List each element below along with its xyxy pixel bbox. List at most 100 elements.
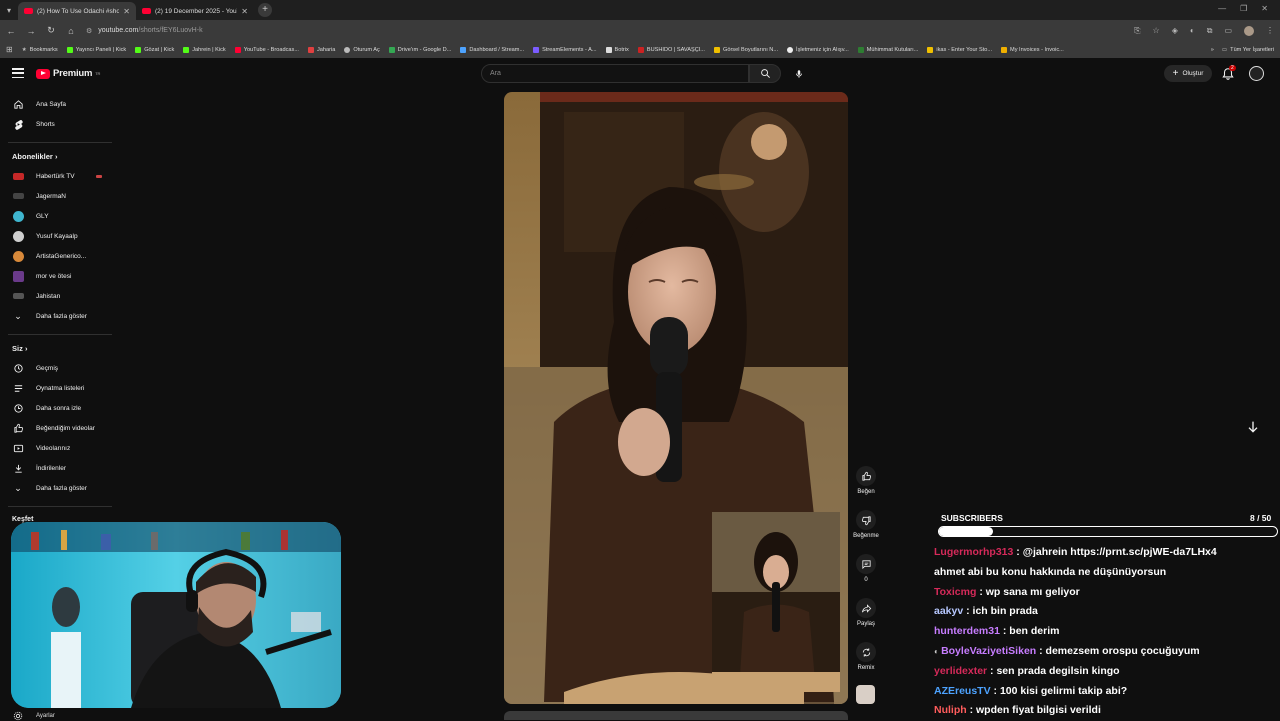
close-window-icon[interactable]: ✕ <box>1261 4 1268 13</box>
youtube-premium-logo[interactable]: Premium TR <box>36 68 100 79</box>
channel-avatar <box>12 210 24 222</box>
webcam-feed <box>11 522 341 708</box>
bookmark-star-icon[interactable]: ☆ <box>1153 26 1160 35</box>
sidebar-item-watch-later[interactable]: Daha sonra izle <box>0 398 118 418</box>
sidebar-divider <box>8 142 112 143</box>
sidebar-item-history[interactable]: Geçmiş <box>0 358 118 378</box>
home-browser-icon[interactable]: ⌂ <box>66 26 76 36</box>
more-bookmarks-icon[interactable]: » <box>1211 47 1214 53</box>
site-info-icon[interactable]: ⚙ <box>86 27 92 35</box>
bookmark-item[interactable]: Oturum Aç <box>344 46 380 53</box>
browser-tab-2[interactable]: (2) 19 December 2025 - YouTube ✕ <box>136 2 254 20</box>
sidebar-item-your-videos[interactable]: Videolarınız <box>0 438 118 458</box>
show-more-you-button[interactable]: ⌄ Daha fazla göster <box>0 478 118 498</box>
voice-search-button[interactable] <box>789 64 808 83</box>
create-button[interactable]: + Oluştur <box>1164 65 1212 82</box>
sidebar-item-channel[interactable]: JagermaN <box>0 186 118 206</box>
extensions-puzzle-icon[interactable]: ⧉ <box>1207 26 1213 36</box>
browser-profile-avatar[interactable] <box>1244 25 1254 36</box>
bookmark-item[interactable]: BUSHIDO | SAVAŞÇI... <box>637 46 705 53</box>
plus-icon: + <box>1172 68 1179 79</box>
show-more-label: Daha fazla göster <box>36 312 87 320</box>
search-button[interactable] <box>749 64 781 83</box>
back-icon[interactable]: ← <box>6 26 16 36</box>
bookmark-item[interactable]: Yayıncı Paneli | Kick <box>66 46 126 53</box>
youtube-logo-icon <box>36 68 50 79</box>
sidebar-toggle-icon[interactable]: ▭ <box>1224 26 1232 35</box>
bookmark-item[interactable]: My Invoices - Invoic... <box>1001 46 1064 53</box>
channel-avatar <box>12 270 24 282</box>
close-tab-icon[interactable]: ✕ <box>123 7 130 16</box>
sidebar-item-channel[interactable]: Yusuf Kayaalp <box>0 226 118 246</box>
comments-button[interactable]: 0 <box>848 554 884 583</box>
sidebar-item-downloads[interactable]: İndirilenler <box>0 458 118 478</box>
bookmark-item[interactable]: Jahrein | Kick <box>183 46 226 53</box>
close-tab-icon[interactable]: ✕ <box>241 7 248 16</box>
dislike-button[interactable]: Beğenme <box>848 510 884 539</box>
remix-button[interactable]: Remix <box>848 642 884 671</box>
youtube-header: Premium TR Ara + Oluştur 2 <box>0 58 1280 90</box>
bookmark-item[interactable]: Jaharia <box>307 46 335 53</box>
bookmark-item[interactable]: Dashboard / Stream... <box>460 46 524 53</box>
comment-icon <box>861 559 871 569</box>
next-short-preview[interactable] <box>504 711 848 720</box>
sidebar-item-channel[interactable]: Habertürk TV <box>0 166 118 186</box>
channel-name: ArtistaGenerico... <box>36 252 87 260</box>
forward-icon[interactable]: → <box>26 26 36 36</box>
bookmark-item[interactable]: StreamElements - A... <box>533 46 597 53</box>
reload-icon[interactable]: ↻ <box>46 25 56 36</box>
sidebar-item-shorts[interactable]: Shorts <box>0 114 118 134</box>
bookmark-item[interactable]: Görsel Boyutlarını N... <box>713 46 778 53</box>
all-bookmarks-folder[interactable]: ▭ Tüm Yer İşaretleri <box>1222 47 1274 53</box>
menu-icon[interactable] <box>12 68 24 78</box>
install-app-icon[interactable]: ⎘ <box>1134 26 1140 36</box>
minimize-icon[interactable]: — <box>1218 4 1226 13</box>
browser-tab-1[interactable]: (2) How To Use Odachi #shorts ✕ <box>18 2 136 20</box>
shorts-video-player[interactable] <box>504 92 848 704</box>
bookmark-item[interactable]: Botrix <box>605 46 629 53</box>
account-avatar[interactable] <box>1249 66 1264 81</box>
sidebar-item-channel[interactable]: GLY <box>0 206 118 226</box>
bookmark-item[interactable]: Gözat | Kick <box>135 46 174 53</box>
remix-icon <box>862 647 870 657</box>
bookmark-item[interactable]: İşletmeniz için Alışv... <box>787 46 849 53</box>
sidebar-item-playlists[interactable]: Oynatma listeleri <box>0 378 118 398</box>
browser-menu-icon[interactable]: ⋮ <box>1266 26 1274 35</box>
share-button[interactable]: Paylaş <box>848 598 884 627</box>
sidebar-item-label: İndirilenler <box>36 464 66 472</box>
bookmark-item[interactable]: YouTube - Broadcas... <box>234 46 299 53</box>
sidebar-item-liked-videos[interactable]: Beğendiğim videolar <box>0 418 118 438</box>
sidebar-item-channel[interactable]: Jahistan <box>0 286 118 306</box>
channel-avatar <box>12 250 24 262</box>
chevron-down-icon: ⌄ <box>14 482 22 493</box>
bookmark-item[interactable]: Mühimmat Kutuları... <box>857 46 918 53</box>
sidebar-item-home[interactable]: Ana Sayfa <box>0 94 118 114</box>
url-host: youtube.com <box>98 27 139 34</box>
you-heading[interactable]: Siz › <box>12 344 27 353</box>
tab-search-icon[interactable]: ▾ <box>0 0 18 20</box>
sidebar-item-channel[interactable]: ArtistaGenerico... <box>0 246 118 266</box>
chat-message-text: ahmet abi bu konu hakkında ne düşünüyors… <box>934 565 1167 578</box>
url-field[interactable]: ⚙ youtube.com/shorts/fEY6LuovH-k <box>86 23 1124 39</box>
downloads-icon <box>14 464 22 473</box>
new-tab-button[interactable]: + <box>258 3 272 17</box>
search-input[interactable]: Ara <box>481 64 749 83</box>
sidebar-item-settings[interactable]: Ayarlar <box>36 713 55 719</box>
microphone-icon <box>795 69 802 78</box>
sidebar-item-label: Oynatma listeleri <box>36 384 85 392</box>
bookmark-item[interactable]: Drive'ım - Google D... <box>388 46 451 53</box>
extension-icon[interactable]: ◐ <box>1190 26 1195 35</box>
bookmark-item[interactable]: ★ Bookmarks <box>22 47 58 53</box>
like-button[interactable]: Beğen <box>848 466 884 495</box>
subscriptions-heading[interactable]: Abonelikler › <box>12 152 57 161</box>
sound-source-thumbnail[interactable] <box>856 685 875 704</box>
show-more-subscriptions-button[interactable]: ⌄ Daha fazla göster <box>0 306 118 326</box>
bookmark-item[interactable]: ikas - Enter Your Sto... <box>927 46 992 53</box>
restore-icon[interactable]: ❐ <box>1240 4 1247 13</box>
sidebar-item-channel[interactable]: mor ve ötesi <box>0 266 118 286</box>
history-icon <box>13 363 23 373</box>
next-video-arrow-icon[interactable] <box>1245 419 1261 435</box>
apps-grid-icon[interactable]: ⊞ <box>6 45 13 54</box>
sidebar-divider <box>8 506 112 507</box>
extension-icon[interactable]: ◈ <box>1172 26 1178 35</box>
